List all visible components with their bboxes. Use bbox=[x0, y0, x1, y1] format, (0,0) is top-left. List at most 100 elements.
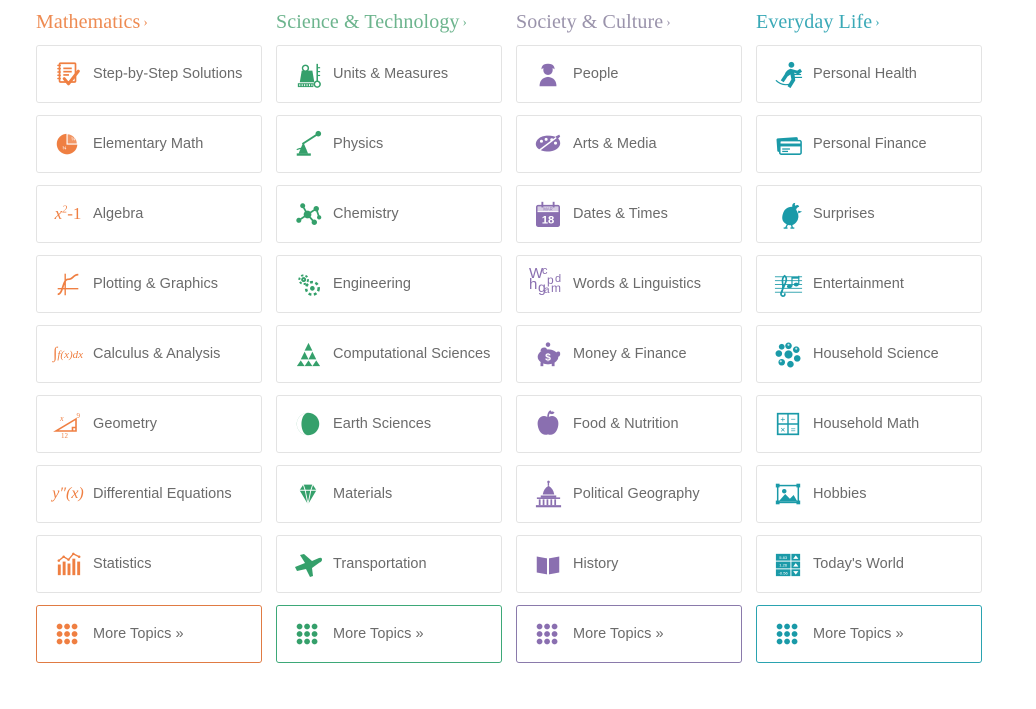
topic-card-label: Transportation bbox=[333, 555, 427, 572]
topic-card[interactable]: x 9 12 Geometry bbox=[36, 395, 262, 453]
topic-card[interactable]: Earth Sciences bbox=[276, 395, 502, 453]
column-header-label: Everyday Life bbox=[756, 11, 873, 33]
stock-ticker-icon: 5.83 1.26 -0.56 bbox=[767, 544, 809, 584]
capitol-building-icon bbox=[527, 474, 569, 514]
column-header-label: Mathematics bbox=[36, 11, 141, 33]
topic-card[interactable]: Plotting & Graphics bbox=[36, 255, 262, 313]
topic-card[interactable]: 5.83 1.26 -0.56 Today's World bbox=[756, 535, 982, 593]
molecule-cluster-icon bbox=[767, 334, 809, 374]
topic-card[interactable]: Food & Nutrition bbox=[516, 395, 742, 453]
category-column-science-technology: Science & Technology › Units & Measures Phy… bbox=[276, 0, 502, 675]
topic-card[interactable]: Surprises bbox=[756, 185, 982, 243]
topic-card[interactable]: People bbox=[516, 45, 742, 103]
topic-card[interactable]: Political Geography bbox=[516, 465, 742, 523]
dot-grid-icon bbox=[527, 614, 569, 654]
svg-text:¼: ¼ bbox=[71, 137, 75, 143]
column-header-science-technology[interactable]: Science & Technology › bbox=[276, 11, 502, 33]
topic-categories-page: Mathematics › Step-by-Step Solutions ¼ ¾ Elem… bbox=[0, 0, 1036, 709]
topic-card[interactable]: Personal Health bbox=[756, 45, 982, 103]
topic-card[interactable]: Chemistry bbox=[276, 185, 502, 243]
topic-card-label: Dates & Times bbox=[573, 205, 668, 222]
column-header-everyday-life[interactable]: Everyday Life › bbox=[756, 11, 982, 33]
topic-card[interactable]: x2-1 Algebra bbox=[36, 185, 262, 243]
topic-card[interactable]: Entertainment bbox=[756, 255, 982, 313]
y-double-prime-icon: y″(x) bbox=[52, 485, 84, 502]
column-header-mathematics[interactable]: Mathematics › bbox=[36, 11, 262, 33]
right-triangle-icon: x 9 12 bbox=[47, 404, 89, 444]
music-staff-icon bbox=[767, 264, 809, 304]
topic-card[interactable]: Arts & Media bbox=[516, 115, 742, 173]
topic-card[interactable]: Statistics bbox=[36, 535, 262, 593]
topic-card-label: Money & Finance bbox=[573, 345, 687, 362]
more-topics-button-society-culture[interactable]: More Topics » bbox=[516, 605, 742, 663]
more-topics-label: More Topics » bbox=[93, 625, 184, 642]
topic-card-label: Food & Nutrition bbox=[573, 415, 679, 432]
topic-card-label: Computational Sciences bbox=[333, 345, 491, 362]
topic-card[interactable]: Personal Finance bbox=[756, 115, 982, 173]
topic-card[interactable]: 18 MAR Dates & Times bbox=[516, 185, 742, 243]
bar-chart-trend-icon bbox=[47, 544, 89, 584]
topic-card-label: Arts & Media bbox=[573, 135, 657, 152]
image-frame-icon bbox=[767, 474, 809, 514]
topic-card-label: Hobbies bbox=[813, 485, 867, 502]
globe-icon bbox=[287, 404, 329, 444]
column-header-label: Science & Technology bbox=[276, 11, 460, 33]
chevron-right-icon: › bbox=[462, 14, 467, 29]
svg-text:1.26: 1.26 bbox=[779, 562, 788, 567]
person-bust-icon bbox=[527, 54, 569, 94]
notepad-check-icon bbox=[47, 54, 89, 94]
category-column-mathematics: Mathematics › Step-by-Step Solutions ¼ ¾ Elem… bbox=[36, 0, 262, 675]
pie-fraction-icon: ¼¾ bbox=[47, 124, 89, 164]
topic-card[interactable]: y″(x) Differential Equations bbox=[36, 465, 262, 523]
topic-card-label: Chemistry bbox=[333, 205, 399, 222]
dot-grid-icon bbox=[287, 614, 329, 654]
category-column-society-culture: Society & Culture › People Arts & Media 18 MA… bbox=[516, 0, 742, 675]
topic-card[interactable]: History bbox=[516, 535, 742, 593]
svg-text:-0.56: -0.56 bbox=[778, 570, 788, 575]
column-header-society-culture[interactable]: Society & Culture › bbox=[516, 11, 742, 33]
topic-card[interactable]: $ Money & Finance bbox=[516, 325, 742, 383]
topic-card[interactable]: Computational Sciences bbox=[276, 325, 502, 383]
topic-card-label: People bbox=[573, 65, 619, 82]
topic-card[interactable]: Hobbies bbox=[756, 465, 982, 523]
more-topics-button-mathematics[interactable]: More Topics » bbox=[36, 605, 262, 663]
topic-card[interactable]: Engineering bbox=[276, 255, 502, 313]
topic-card-label: Plotting & Graphics bbox=[93, 275, 219, 292]
category-column-everyday-life: Everyday Life › Personal Health Personal Fi… bbox=[756, 0, 982, 675]
more-topics-button-everyday-life[interactable]: More Topics » bbox=[756, 605, 982, 663]
topic-card[interactable]: Household Science bbox=[756, 325, 982, 383]
svg-text:MAR: MAR bbox=[543, 206, 552, 211]
more-topics-button-science-technology[interactable]: More Topics » bbox=[276, 605, 502, 663]
topic-card-label: Surprises bbox=[813, 205, 875, 222]
sierpinski-triangle-icon bbox=[287, 334, 329, 374]
apple-icon bbox=[527, 404, 569, 444]
topic-card[interactable]: ¼ ¾ Elementary Math bbox=[36, 115, 262, 173]
svg-text:12: 12 bbox=[61, 432, 69, 440]
topic-card-label: Geometry bbox=[93, 415, 158, 432]
topic-card[interactable]: Transportation bbox=[276, 535, 502, 593]
chicken-icon bbox=[767, 194, 809, 234]
topic-card-label: Step-by-Step Solutions bbox=[93, 65, 243, 82]
credit-cards-icon bbox=[767, 124, 809, 164]
topic-card-label: Political Geography bbox=[573, 485, 700, 502]
calculator-grid-icon: + − × = bbox=[767, 404, 809, 444]
running-person-icon bbox=[767, 54, 809, 94]
topic-card[interactable]: Units & Measures bbox=[276, 45, 502, 103]
topic-card-label: Elementary Math bbox=[93, 135, 204, 152]
topic-card-label: Words & Linguistics bbox=[573, 275, 702, 292]
svg-text:=: = bbox=[791, 424, 796, 434]
topic-card-label: Physics bbox=[333, 135, 384, 152]
svg-text:5.83: 5.83 bbox=[779, 554, 788, 559]
category-columns: Mathematics › Step-by-Step Solutions ¼ ¾ Elem… bbox=[0, 0, 1036, 675]
topic-card-label: Household Math bbox=[813, 415, 920, 432]
topic-card[interactable]: ∫f(x)dx Calculus & Analysis bbox=[36, 325, 262, 383]
x-squared-minus-one-icon: x2-1 bbox=[54, 204, 82, 223]
topic-card-label: Personal Health bbox=[813, 65, 917, 82]
diamond-icon bbox=[287, 474, 329, 514]
molecule-icon bbox=[287, 194, 329, 234]
topic-card[interactable]: Wc h g p d a m Words & Linguistics bbox=[516, 255, 742, 313]
topic-card[interactable]: + − × = Household Math bbox=[756, 395, 982, 453]
topic-card[interactable]: Step-by-Step Solutions bbox=[36, 45, 262, 103]
topic-card[interactable]: Materials bbox=[276, 465, 502, 523]
topic-card[interactable]: Physics bbox=[276, 115, 502, 173]
